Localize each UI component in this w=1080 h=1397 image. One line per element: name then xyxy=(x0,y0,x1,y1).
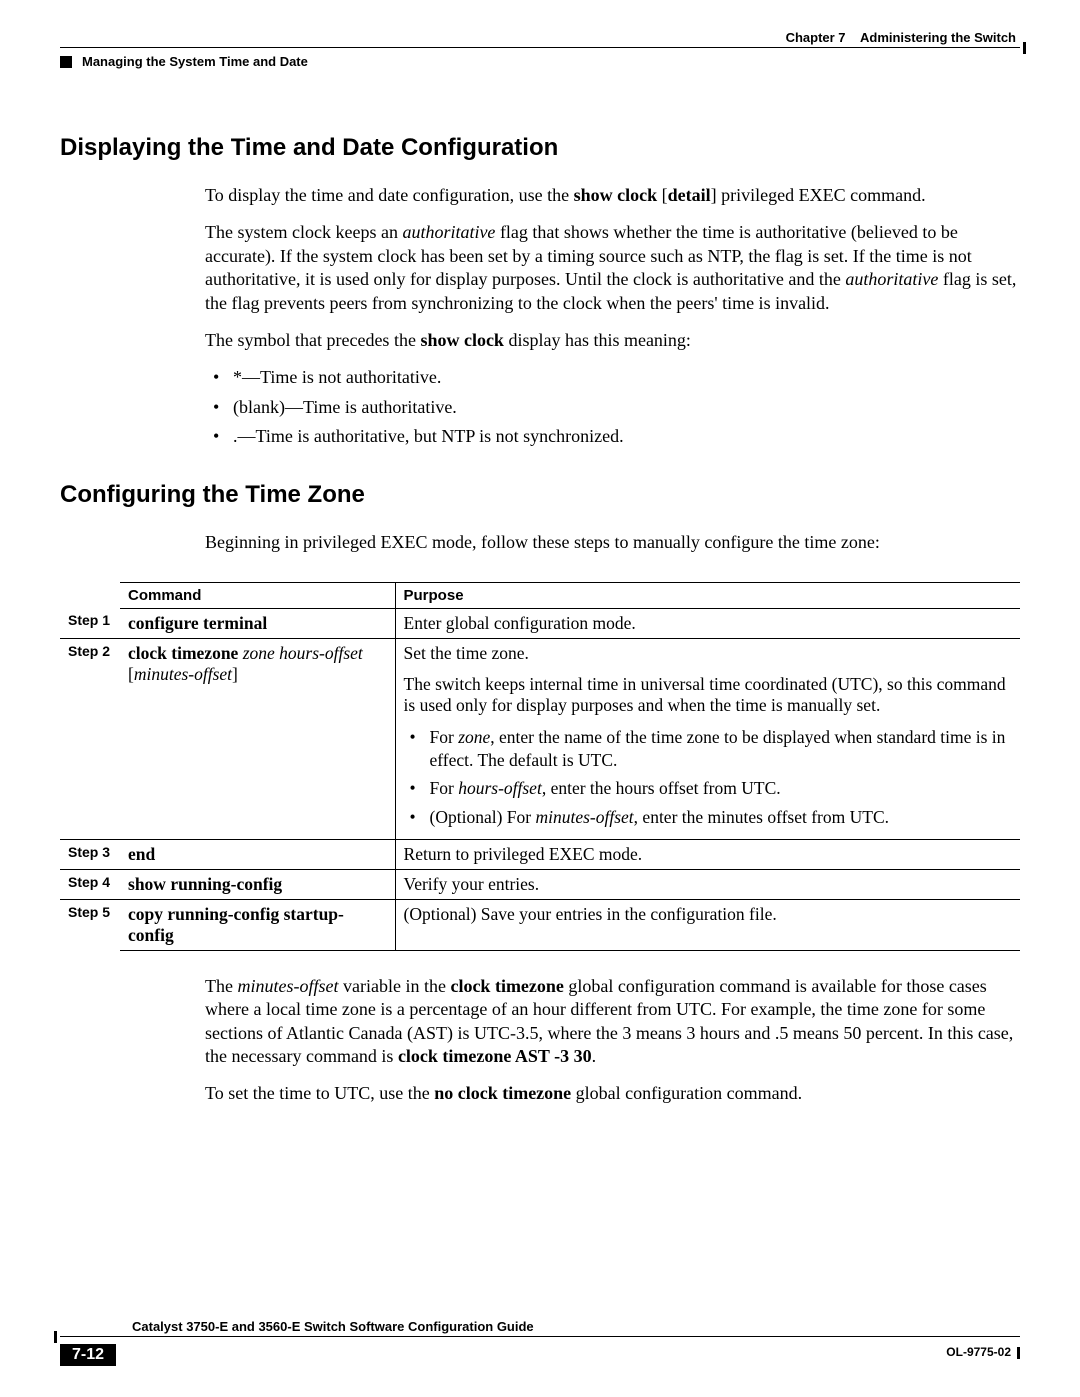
page-content: Displaying the Time and Date Configurati… xyxy=(60,134,1020,1106)
purpose-text: Enter global configuration mode. xyxy=(395,608,1020,638)
list-item: (blank)—Time is authoritative. xyxy=(205,396,1020,419)
purpose-text: Return to privileged EXEC mode. xyxy=(395,839,1020,869)
steps-table-wrap: Command Purpose Step 1 configure termina… xyxy=(60,582,1020,951)
table-header-row: Command Purpose xyxy=(60,582,1020,608)
cmd-text: configure terminal xyxy=(128,613,267,633)
list-item: *—Time is not authoritative. xyxy=(205,366,1020,389)
purpose-cell: Set the time zone. The switch keeps inte… xyxy=(395,638,1020,839)
para-utc: To set the time to UTC, use the no clock… xyxy=(205,1082,1020,1105)
table-row: Step 5 copy running-config startup-confi… xyxy=(60,899,1020,950)
cmd-cell: clock timezone zone hours-offset [minute… xyxy=(120,638,395,839)
para-2: The system clock keeps an authoritative … xyxy=(205,221,1020,315)
page-footer: Catalyst 3750-E and 3560-E Switch Softwa… xyxy=(60,1319,1020,1367)
purpose-bullets: For zone, enter the name of the time zon… xyxy=(404,726,1010,829)
table-row: Step 1 configure terminal Enter global c… xyxy=(60,608,1020,638)
cmd-text: copy running-config startup-config xyxy=(128,904,344,945)
col-purpose: Purpose xyxy=(395,582,1020,608)
cmd-text: end xyxy=(128,844,155,864)
section-title: Managing the System Time and Date xyxy=(82,54,308,69)
steps-table: Command Purpose Step 1 configure termina… xyxy=(60,582,1020,951)
page-number-badge: 7-12 xyxy=(60,1344,116,1366)
table-row: Step 2 clock timezone zone hours-offset … xyxy=(60,638,1020,839)
para-3: The symbol that precedes the show clock … xyxy=(205,329,1020,352)
footer-rule: Catalyst 3750-E and 3560-E Switch Softwa… xyxy=(60,1319,1020,1337)
step-label: Step 1 xyxy=(60,608,120,638)
section-marker-icon xyxy=(60,56,72,68)
symbol-list: *—Time is not authoritative. (blank)—Tim… xyxy=(205,366,1020,448)
step-label: Step 2 xyxy=(60,638,120,839)
para-1: To display the time and date configurati… xyxy=(205,184,1020,207)
step-label: Step 5 xyxy=(60,899,120,950)
doc-id: OL-9775-02 xyxy=(946,1345,1020,1359)
purpose-text: Verify your entries. xyxy=(395,869,1020,899)
subheader: Managing the System Time and Date xyxy=(60,54,1020,74)
footer-guide-title: Catalyst 3750-E and 3560-E Switch Softwa… xyxy=(132,1319,534,1334)
step-label: Step 3 xyxy=(60,839,120,869)
doc-id-bar-icon xyxy=(1017,1347,1020,1359)
list-item: For hours-offset, enter the hours offset… xyxy=(404,777,1010,800)
section-configure-tz: Configuring the Time Zone Beginning in p… xyxy=(60,481,1020,1106)
table-row: Step 3 end Return to privileged EXEC mod… xyxy=(60,839,1020,869)
list-item: (Optional) For minutes-offset, enter the… xyxy=(404,806,1010,829)
footer-marker-icon xyxy=(54,1331,57,1343)
after-table-body: The minutes-offset variable in the clock… xyxy=(205,975,1020,1106)
chapter-number: Chapter 7 xyxy=(786,30,846,45)
heading-configure-tz: Configuring the Time Zone xyxy=(60,481,1020,509)
header-rule: Chapter 7 Administering the Switch xyxy=(60,30,1020,48)
cmd-text: show running-config xyxy=(128,874,282,894)
purpose-text: (Optional) Save your entries in the conf… xyxy=(395,899,1020,950)
step-label: Step 4 xyxy=(60,869,120,899)
chapter-title: Administering the Switch xyxy=(860,30,1016,45)
header-marker-icon xyxy=(1023,42,1026,54)
header-chapter: Chapter 7 Administering the Switch xyxy=(786,30,1016,45)
table-row: Step 4 show running-config Verify your e… xyxy=(60,869,1020,899)
list-item: For zone, enter the name of the time zon… xyxy=(404,726,1010,772)
list-item: .—Time is authoritative, but NTP is not … xyxy=(205,425,1020,448)
section-body-1: To display the time and date configurati… xyxy=(205,184,1020,449)
intro-para: Beginning in privileged EXEC mode, follo… xyxy=(205,531,1020,554)
heading-display-time: Displaying the Time and Date Configurati… xyxy=(60,134,1020,162)
col-command: Command xyxy=(120,582,395,608)
para-minutes-offset: The minutes-offset variable in the clock… xyxy=(205,975,1020,1069)
footer-row: 7-12 OL-9775-02 xyxy=(60,1343,1020,1367)
